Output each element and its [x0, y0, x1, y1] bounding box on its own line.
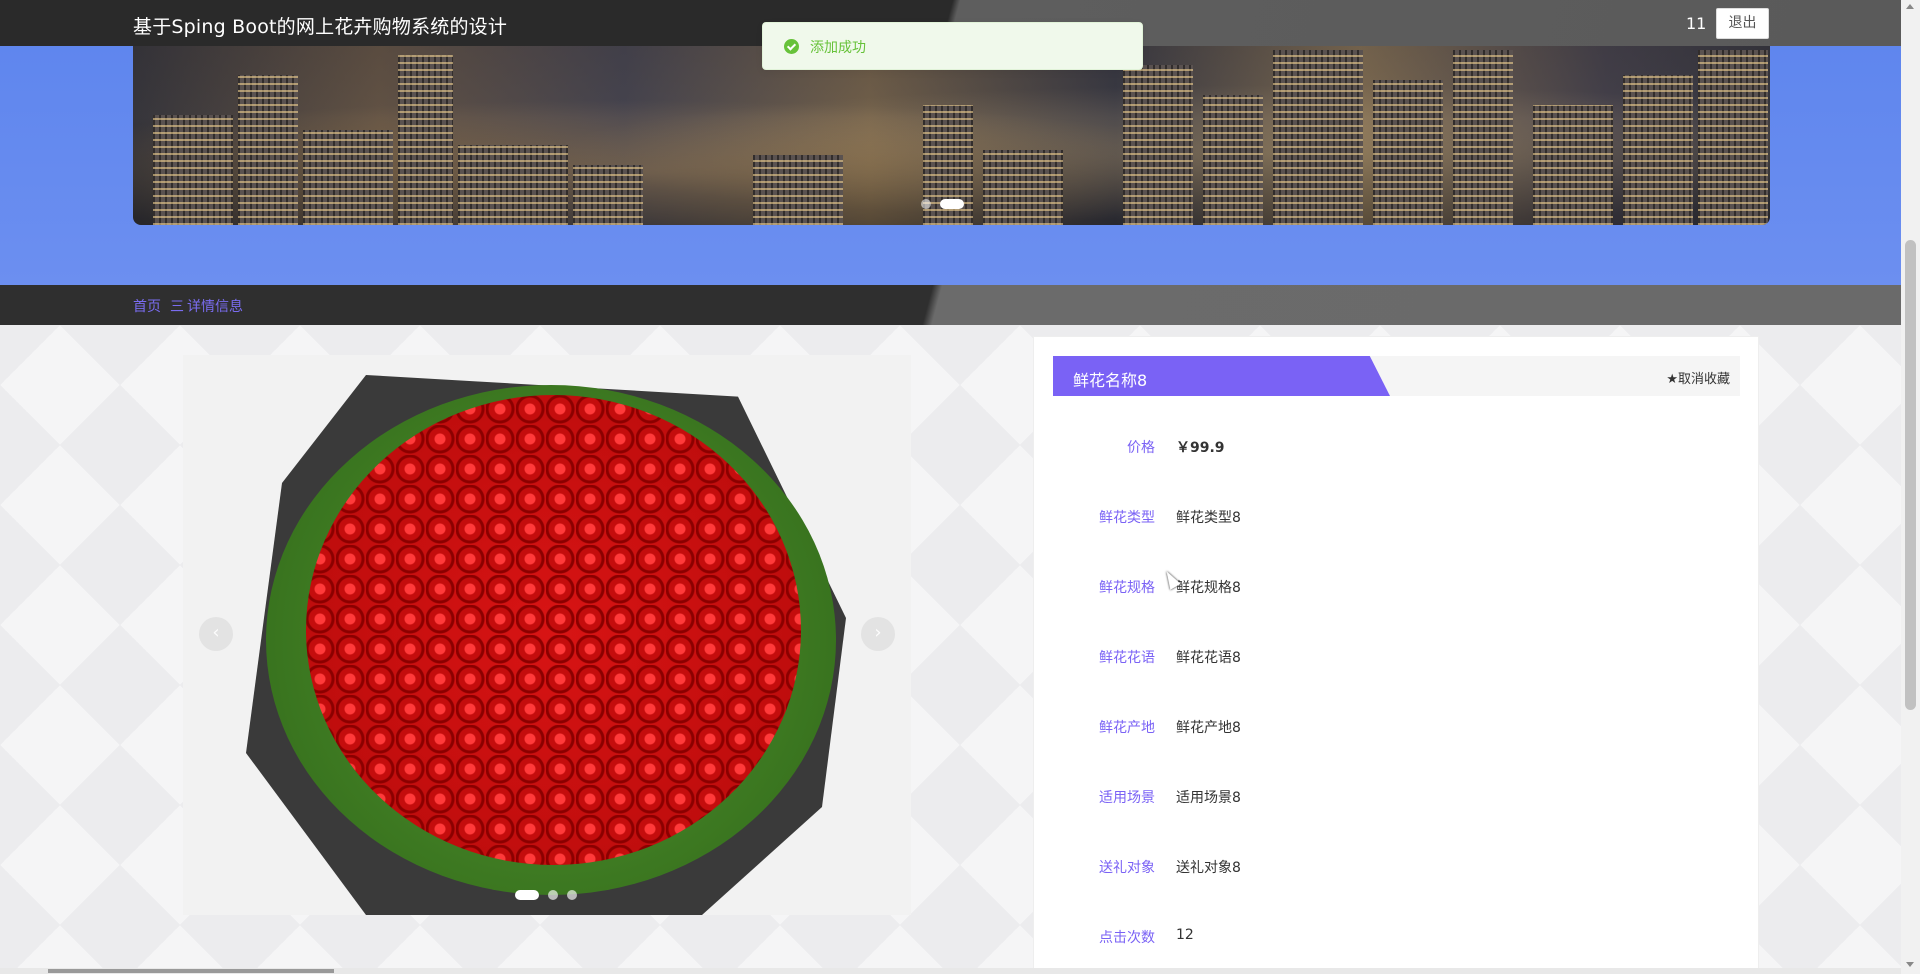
logout-button[interactable]: 退出: [1716, 8, 1769, 39]
scroll-down-icon[interactable]: [1906, 962, 1914, 967]
banner-dot-active[interactable]: [940, 199, 964, 209]
carousel-dot[interactable]: [567, 890, 577, 900]
banner-dot[interactable]: [921, 199, 931, 209]
recipient-value: 送礼对象8: [1176, 860, 1241, 876]
horizontal-scrollbar[interactable]: [0, 968, 1901, 974]
product-name-tab: 鲜花名称8: [1053, 356, 1390, 396]
product-image: [216, 355, 876, 915]
flower-type-value: 鲜花类型8: [1176, 510, 1241, 526]
vertical-scrollbar[interactable]: [1901, 0, 1920, 974]
success-check-icon: [784, 39, 799, 54]
flower-language-value: 鲜花花语8: [1176, 650, 1241, 666]
breadcrumb: 首页 三 详情信息: [0, 285, 1901, 325]
carousel-dot-active[interactable]: [515, 890, 539, 900]
flower-origin-label: 鲜花产地: [1099, 720, 1155, 736]
carousel-next-icon[interactable]: ›: [861, 617, 895, 651]
product-image-carousel[interactable]: [183, 355, 911, 915]
click-count-label: 点击次数: [1099, 930, 1155, 946]
scroll-up-icon[interactable]: [1906, 4, 1914, 9]
scrollbar-thumb[interactable]: [1905, 240, 1916, 710]
carousel-dot[interactable]: [548, 890, 558, 900]
breadcrumb-separator: 三: [170, 299, 184, 315]
price-label: 价格: [1127, 440, 1155, 456]
occasion-label: 适用场景: [1099, 790, 1155, 806]
breadcrumb-home[interactable]: 首页: [133, 296, 161, 316]
occasion-value: 适用场景8: [1176, 790, 1241, 806]
carousel-prev-icon[interactable]: ‹: [199, 617, 233, 651]
recipient-label: 送礼对象: [1099, 860, 1155, 876]
price-value: ￥99.9: [1176, 440, 1225, 456]
toast-message: 添加成功: [810, 40, 866, 56]
username-label[interactable]: 11: [1686, 14, 1706, 33]
unfavorite-button[interactable]: ★取消收藏: [1666, 368, 1730, 387]
flower-type-label: 鲜花类型: [1099, 510, 1155, 526]
site-title: 基于Sping Boot的网上花卉购物系统的设计: [133, 16, 508, 38]
click-count-value: 12: [1176, 927, 1194, 943]
flower-origin-value: 鲜花产地8: [1176, 720, 1241, 736]
product-name-bar: 鲜花名称8 ★取消收藏: [1053, 356, 1740, 396]
breadcrumb-current: 详情信息: [187, 299, 243, 315]
flower-language-label: 鲜花花语: [1099, 650, 1155, 666]
flower-spec-label: 鲜花规格: [1099, 580, 1155, 596]
flower-spec-value: 鲜花规格8: [1176, 580, 1241, 596]
success-toast: 添加成功: [762, 22, 1143, 70]
horizontal-scrollbar-thumb[interactable]: [48, 969, 334, 973]
product-name: 鲜花名称8: [1073, 371, 1148, 390]
